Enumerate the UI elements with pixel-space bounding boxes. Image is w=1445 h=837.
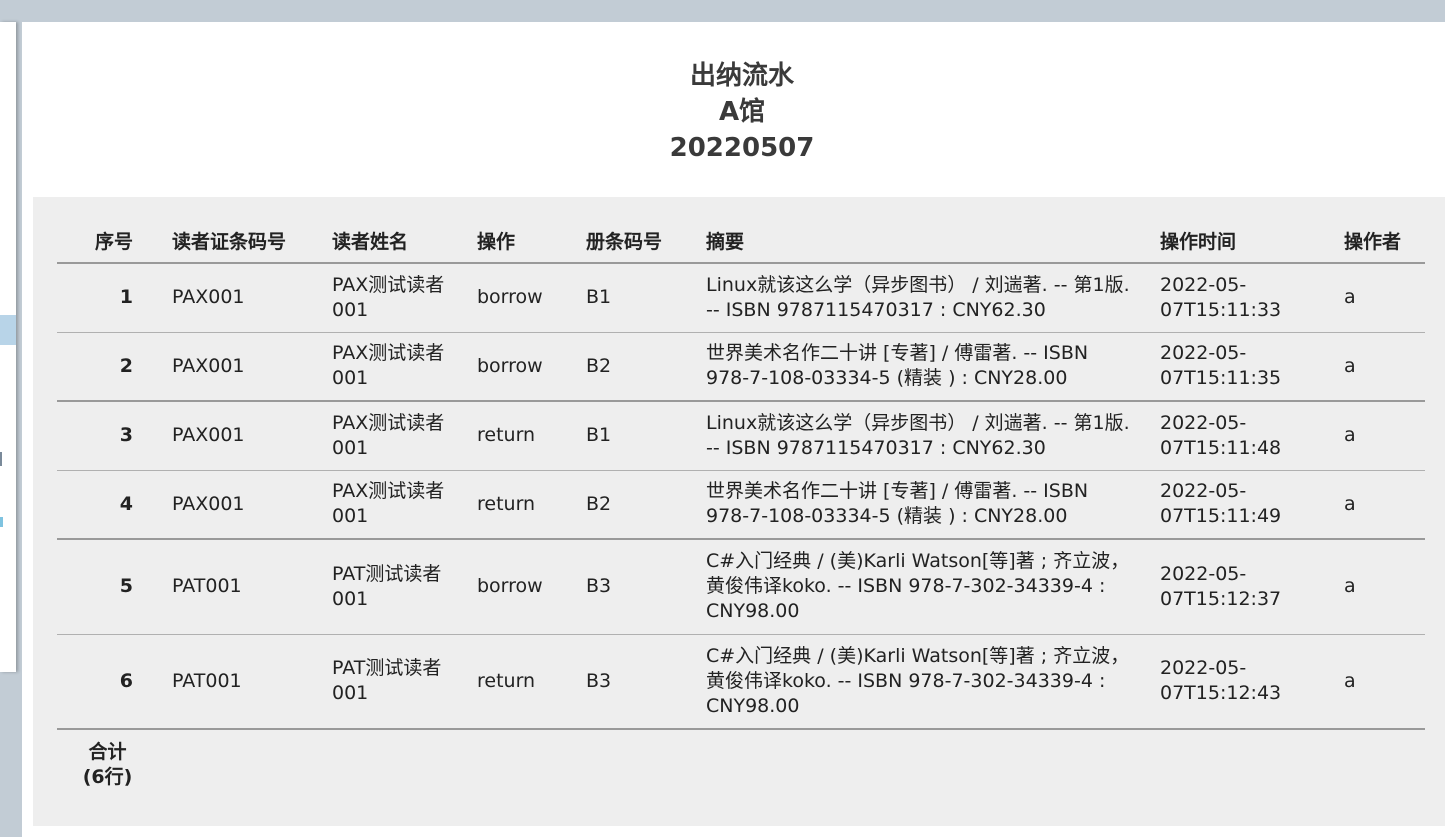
report-title: 出纳流水 [689,61,794,91]
operation: borrow [463,332,572,402]
summary: Linux就该这么学（异步图书） / 刘遄著. -- 第1版. -- ISBN … [692,263,1146,333]
total-cell: 合计 (6行) [57,729,158,799]
table-row: 6 PAT001 PAT测试读者001 return B3 C#入门经典 / (… [57,634,1425,730]
item-barcode[interactable]: B3 [572,539,692,635]
summary: 世界美术名作二十讲 [专著] / 傅雷著. -- ISBN 978-7-108-… [692,470,1146,540]
column-header-item[interactable]: 册条码号 [572,219,692,264]
report-library: A馆 [718,97,766,127]
operation-time: 2022-05-07T15:11:49 [1146,470,1330,540]
operation: return [463,634,572,730]
column-header-summary[interactable]: 摘要 [692,219,1146,264]
operator: a [1330,539,1425,635]
column-header-index[interactable]: 序号 [57,219,158,264]
reader-card-barcode[interactable]: PAX001 [158,332,318,402]
reader-card-barcode[interactable]: PAT001 [158,539,318,635]
operation: return [463,470,572,540]
total-label: 合计 [88,741,127,763]
report-table-container: 序号 读者证条码号 读者姓名 操作 册条码号 摘要 操作时间 操作者 1 PAX… [33,197,1445,826]
summary: 世界美术名作二十讲 [专著] / 傅雷著. -- ISBN 978-7-108-… [692,332,1146,402]
summary: Linux就该这么学（异步图书） / 刘遄著. -- 第1版. -- ISBN … [692,401,1146,471]
operation: borrow [463,263,572,333]
reader-name: PAT测试读者001 [318,539,463,635]
table-row: 3 PAX001 PAX测试读者001 return B1 Linux就该这么学… [57,401,1425,471]
row-index: 6 [57,634,158,730]
left-side-panel [0,22,16,672]
operator: a [1330,401,1425,471]
side-panel-mark [0,452,4,466]
operation-time: 2022-05-07T15:11:33 [1146,263,1330,333]
side-panel-selection [0,315,16,345]
column-header-time[interactable]: 操作时间 [1146,219,1330,264]
row-index: 5 [57,539,158,635]
operation: return [463,401,572,471]
reader-card-barcode[interactable]: PAT001 [158,634,318,730]
reader-card-barcode[interactable]: PAX001 [158,401,318,471]
operation: borrow [463,539,572,635]
table-row: 4 PAX001 PAX测试读者001 return B2 世界美术名作二十讲 … [57,470,1425,540]
item-barcode[interactable]: B1 [572,263,692,333]
report-page: 出纳流水 A馆 20220507 序号 读者证条码号 读者姓名 操作 册条码号 … [22,22,1445,837]
circulation-table: 序号 读者证条码号 读者姓名 操作 册条码号 摘要 操作时间 操作者 1 PAX… [57,219,1425,799]
column-header-op[interactable]: 操作 [463,219,572,264]
column-header-card[interactable]: 读者证条码号 [158,219,318,264]
table-header-row: 序号 读者证条码号 读者姓名 操作 册条码号 摘要 操作时间 操作者 [57,219,1425,264]
side-panel-mark [0,517,3,527]
report-header: 出纳流水 A馆 20220507 [22,58,1445,166]
row-index: 3 [57,401,158,471]
summary: C#入门经典 / (美)Karli Watson[等]著 ; 齐立波，黄俊伟译k… [692,539,1146,635]
total-empty [158,729,1425,799]
column-header-name[interactable]: 读者姓名 [318,219,463,264]
row-index: 2 [57,332,158,402]
operation-time: 2022-05-07T15:12:43 [1146,634,1330,730]
reader-name: PAX测试读者001 [318,470,463,540]
item-barcode[interactable]: B3 [572,634,692,730]
total-count: (6行) [82,766,133,788]
item-barcode[interactable]: B1 [572,401,692,471]
summary: C#入门经典 / (美)Karli Watson[等]著 ; 齐立波，黄俊伟译k… [692,634,1146,730]
total-row: 合计 (6行) [57,729,1425,799]
reader-name: PAX测试读者001 [318,332,463,402]
row-index: 4 [57,470,158,540]
table-row: 1 PAX001 PAX测试读者001 borrow B1 Linux就该这么学… [57,263,1425,333]
operation-time: 2022-05-07T15:12:37 [1146,539,1330,635]
operation-time: 2022-05-07T15:11:48 [1146,401,1330,471]
item-barcode[interactable]: B2 [572,470,692,540]
reader-name: PAT测试读者001 [318,634,463,730]
operation-time: 2022-05-07T15:11:35 [1146,332,1330,402]
report-date: 20220507 [669,133,815,163]
item-barcode[interactable]: B2 [572,332,692,402]
row-index: 1 [57,263,158,333]
reader-card-barcode[interactable]: PAX001 [158,263,318,333]
table-row: 2 PAX001 PAX测试读者001 borrow B2 世界美术名作二十讲 … [57,332,1425,402]
operator: a [1330,634,1425,730]
column-header-operator[interactable]: 操作者 [1330,219,1425,264]
reader-name: PAX测试读者001 [318,401,463,471]
operator: a [1330,332,1425,402]
reader-name: PAX测试读者001 [318,263,463,333]
operator: a [1330,470,1425,540]
operator: a [1330,263,1425,333]
reader-card-barcode[interactable]: PAX001 [158,470,318,540]
table-row: 5 PAT001 PAT测试读者001 borrow B3 C#入门经典 / (… [57,539,1425,635]
